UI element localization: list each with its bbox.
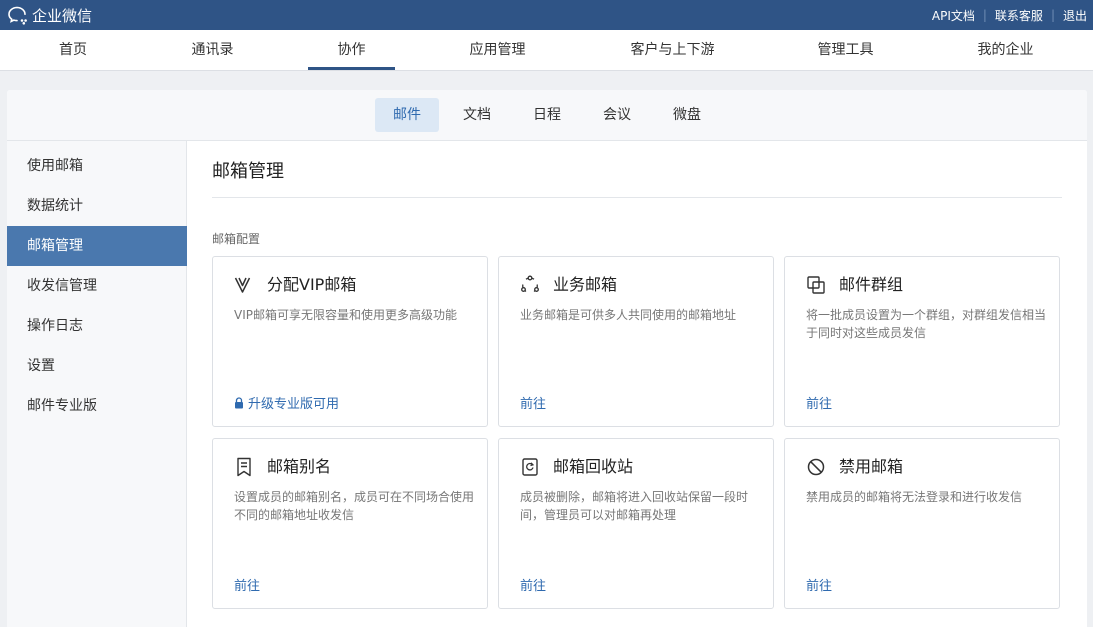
section-label: 邮箱配置 [212, 232, 261, 246]
card-mail-group[interactable]: 邮件群组 将一批成员设置为一个群组，对群组发信相当于同时对这些成员发信 前往 [784, 256, 1060, 427]
sidebar-item-send-receive[interactable]: 收发信管理 [7, 266, 187, 306]
divider: | [982, 8, 987, 22]
sidebar-item-statistics[interactable]: 数据统计 [7, 186, 187, 226]
main-panel: 邮件 文档 日程 会议 微盘 使用邮箱 数据统计 邮箱管理 收发信管理 操作日志… [7, 90, 1087, 627]
sidebar-item-use-mailbox[interactable]: 使用邮箱 [7, 146, 187, 186]
brand[interactable]: 企业微信 [7, 0, 92, 30]
sub-tabs: 邮件 文档 日程 会议 微盘 [7, 90, 1087, 141]
nav-app-management[interactable]: 应用管理 [455, 30, 540, 70]
card-description: 设置成员的邮箱别名，成员可在不同场合使用不同的邮箱地址收发信 [234, 490, 475, 522]
app-title: 企业微信 [32, 6, 93, 25]
card-disable-mailbox[interactable]: 禁用邮箱 禁用成员的邮箱将无法登录和进行收发信 前往 [784, 438, 1060, 609]
api-docs-link[interactable]: API文档 [932, 7, 975, 24]
sidebar: 使用邮箱 数据统计 邮箱管理 收发信管理 操作日志 设置 邮件专业版 [7, 141, 187, 627]
ban-icon [806, 457, 826, 477]
nav-collaboration[interactable]: 协作 [308, 30, 395, 70]
goto-link[interactable]: 前往 [806, 393, 832, 412]
card-link-label: 升级专业版可用 [248, 397, 340, 412]
card-title: 邮件群组 [839, 275, 904, 294]
nav-contacts[interactable]: 通讯录 [175, 30, 250, 70]
divider [212, 197, 1062, 198]
sidebar-item-settings[interactable]: 设置 [7, 346, 187, 386]
tab-mail[interactable]: 邮件 [375, 98, 439, 132]
top-links: API文档 | 联系客服 | 退出 [932, 0, 1087, 30]
card-description: 将一批成员设置为一个群组，对群组发信相当于同时对这些成员发信 [806, 308, 1047, 340]
card-description: 成员被删除，邮箱将进入回收站保留一段时间，管理员可以对邮箱再处理 [520, 490, 749, 522]
alias-icon [234, 457, 254, 477]
recycle-bin-icon [520, 457, 540, 477]
page-title: 邮箱管理 [212, 161, 284, 182]
nav-my-enterprise[interactable]: 我的企业 [963, 30, 1048, 70]
card-title: 业务邮箱 [553, 275, 618, 294]
nav-management-tools[interactable]: 管理工具 [803, 30, 888, 70]
goto-link[interactable]: 前往 [806, 575, 832, 594]
business-mailbox-icon [520, 275, 540, 295]
nav-home[interactable]: 首页 [42, 30, 104, 70]
mail-group-icon [806, 275, 826, 295]
sidebar-item-mailbox-management[interactable]: 邮箱管理 [7, 226, 187, 266]
goto-link[interactable]: 前往 [520, 575, 546, 594]
card-recycle-bin[interactable]: 邮箱回收站 成员被删除，邮箱将进入回收站保留一段时间，管理员可以对邮箱再处理 前… [498, 438, 774, 609]
content-area: 邮箱管理 邮箱配置 分配VIP邮箱 VIP邮箱可享无限容量和使用更多高级功能 升… [187, 141, 1087, 627]
card-description: 禁用成员的邮箱将无法登录和进行收发信 [806, 490, 1023, 504]
card-description: VIP邮箱可享无限容量和使用更多高级功能 [234, 308, 457, 322]
support-link[interactable]: 联系客服 [995, 7, 1043, 24]
card-vip-mailbox[interactable]: 分配VIP邮箱 VIP邮箱可享无限容量和使用更多高级功能 升级专业版可用 [212, 256, 488, 427]
card-title: 邮箱别名 [267, 457, 332, 476]
card-title: 分配VIP邮箱 [267, 275, 357, 294]
sidebar-item-mail-pro[interactable]: 邮件专业版 [7, 386, 187, 426]
card-description: 业务邮箱是可供多人共同使用的邮箱地址 [520, 308, 737, 322]
tab-meeting[interactable]: 会议 [585, 98, 649, 132]
tab-calendar[interactable]: 日程 [515, 98, 579, 132]
lock-icon [234, 396, 244, 409]
divider: | [1050, 8, 1055, 22]
sidebar-item-operation-log[interactable]: 操作日志 [7, 306, 187, 346]
card-title: 禁用邮箱 [839, 457, 904, 476]
card-business-mailbox[interactable]: 业务邮箱 业务邮箱是可供多人共同使用的邮箱地址 前往 [498, 256, 774, 427]
card-title: 邮箱回收站 [553, 457, 634, 476]
nav-customers[interactable]: 客户与上下游 [615, 30, 730, 70]
main-nav: 首页 通讯录 协作 应用管理 客户与上下游 管理工具 我的企业 [0, 30, 1093, 71]
wecom-logo-icon [7, 5, 29, 25]
goto-link[interactable]: 前往 [234, 575, 260, 594]
logout-link[interactable]: 退出 [1063, 7, 1087, 24]
top-bar: 企业微信 API文档 | 联系客服 | 退出 [0, 0, 1093, 30]
upgrade-link[interactable]: 升级专业版可用 [234, 393, 339, 412]
tab-docs[interactable]: 文档 [445, 98, 509, 132]
tab-drive[interactable]: 微盘 [655, 98, 719, 132]
vip-icon [234, 275, 254, 295]
goto-link[interactable]: 前往 [520, 393, 546, 412]
card-mailbox-alias[interactable]: 邮箱别名 设置成员的邮箱别名，成员可在不同场合使用不同的邮箱地址收发信 前往 [212, 438, 488, 609]
